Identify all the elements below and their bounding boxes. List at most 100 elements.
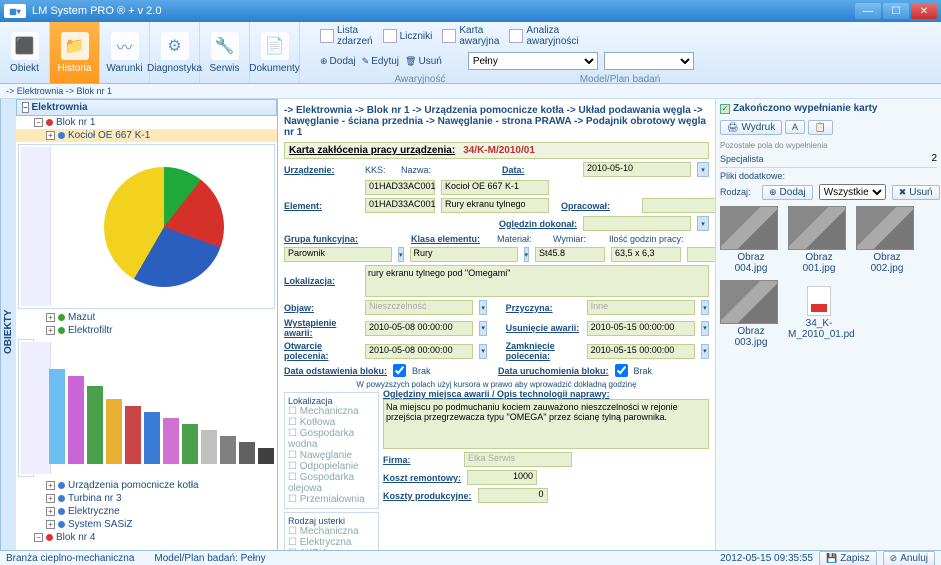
field-otw[interactable]: 2010-05-08 00:00:00 bbox=[365, 344, 473, 359]
field-wymiar[interactable]: 63,5 x 6,3 bbox=[611, 247, 681, 262]
tree-upk[interactable]: +Urządzenia pomocnicze kotła bbox=[16, 479, 277, 492]
list-icon bbox=[320, 29, 334, 43]
card-id: 34/K-M/2010/01 bbox=[463, 145, 535, 156]
close-button[interactable]: ✕ bbox=[911, 3, 937, 19]
chk-done[interactable]: ✓Zakończono wypełnianie karty bbox=[720, 103, 937, 114]
thumb-3[interactable]: Obraz 003.jpg bbox=[720, 280, 782, 348]
btn-liczniki[interactable]: Liczniki bbox=[383, 29, 433, 43]
gear-icon: ⚙ bbox=[161, 32, 189, 60]
tree-panel: − Elektrownia −Blok nr 1 +Kocioł OE 667 … bbox=[16, 99, 278, 565]
btn-save[interactable]: 💾 Zapisz bbox=[819, 551, 877, 565]
minimize-button[interactable]: — bbox=[855, 3, 881, 19]
status-time: 2012-05-15 09:35:55 bbox=[720, 553, 813, 564]
btn-karta-awaryjna[interactable]: Kartaawaryjna bbox=[442, 25, 499, 47]
title-bar: ▦▾ LM System PRO ® + v 2.0 — ☐ ✕ bbox=[0, 0, 941, 22]
thumb-0[interactable]: Obraz 004.jpg bbox=[720, 206, 782, 274]
spec-count: 2 bbox=[931, 153, 937, 164]
btn-b[interactable]: 📋 bbox=[808, 120, 833, 135]
lbl-files: Pliki dodatkowe: bbox=[720, 171, 937, 181]
bar-chart bbox=[18, 339, 34, 477]
counter-icon bbox=[383, 29, 397, 43]
sec-lokalizacja: Lokalizacja MechanicznaKotłowaGospodarka… bbox=[284, 392, 379, 509]
window-title: LM System PRO ® + v 2.0 bbox=[32, 5, 855, 17]
file-filter[interactable]: Wszystkie bbox=[819, 184, 886, 200]
tree-elektr[interactable]: +Elektryczne bbox=[16, 505, 277, 518]
lbl-rest: Pozostałe pola do wypełnienia bbox=[720, 141, 937, 150]
app-logo: ▦▾ bbox=[4, 4, 26, 18]
pulse-icon: 〰 bbox=[111, 32, 139, 60]
chart-icon bbox=[509, 29, 523, 43]
field-grupa[interactable]: Parownik bbox=[284, 247, 392, 262]
tree-sasiz[interactable]: +System SASiZ bbox=[16, 518, 277, 531]
btn-del-file[interactable]: ✖Usuń bbox=[892, 185, 940, 200]
btn-edytuj[interactable]: ✎ Edytuj bbox=[362, 56, 399, 67]
tree-root[interactable]: − Elektrownia bbox=[16, 99, 277, 116]
chk-brak2[interactable] bbox=[615, 364, 628, 377]
field-kks[interactable]: 01HAD33AC001 bbox=[365, 180, 435, 195]
tree-blok4[interactable]: −Blok nr 4 bbox=[16, 531, 277, 544]
field-firma[interactable]: Elka Serwis bbox=[464, 452, 572, 467]
mode-select[interactable]: Pełny bbox=[468, 52, 598, 70]
status-branch: Branża cieplno-mechaniczna bbox=[6, 553, 134, 564]
thumb-2[interactable]: Obraz 002.jpg bbox=[856, 206, 918, 274]
tab-obiekt[interactable]: ⬛Obiekt bbox=[0, 22, 50, 83]
btn-cancel[interactable]: ⊘ Anuluj bbox=[883, 551, 935, 565]
field-wyst[interactable]: 2010-05-08 00:00:00 bbox=[365, 321, 473, 336]
btn-usun[interactable]: 🗑 Usuń bbox=[405, 56, 442, 67]
tab-dokumenty[interactable]: 📄Dokumenty bbox=[250, 22, 300, 83]
field-usun[interactable]: 2010-05-15 00:00:00 bbox=[587, 321, 695, 336]
tab-warunki[interactable]: 〰Warunki bbox=[100, 22, 150, 83]
btn-a[interactable]: A bbox=[785, 120, 805, 134]
field-data[interactable]: 2010-05-10 bbox=[583, 162, 691, 177]
wrench-icon: 🔧 bbox=[211, 32, 239, 60]
tab-historia[interactable]: 📁Historia bbox=[50, 22, 100, 83]
field-koszt-r[interactable]: 1000 bbox=[467, 470, 537, 485]
ribbon: ⬛Obiekt 📁Historia 〰Warunki ⚙Diagnostyka … bbox=[0, 22, 941, 84]
note-text: W powyzszych polach użyj kursora w prawo… bbox=[284, 380, 709, 389]
btn-lista-zdarzen[interactable]: Listazdarzeń bbox=[320, 25, 373, 47]
field-godzin[interactable] bbox=[687, 247, 715, 262]
status-plan: Model/Plan badań: Pełny bbox=[154, 553, 265, 564]
card-header: Karta zakłócenia pracy urządzenia: 34/K-… bbox=[284, 142, 709, 159]
field-elem-code[interactable]: 01HAD33AC001 bbox=[365, 198, 435, 213]
tab-serwis[interactable]: 🔧Serwis bbox=[200, 22, 250, 83]
tab-diagnostyka[interactable]: ⚙Diagnostyka bbox=[150, 22, 200, 83]
tree-blok1[interactable]: −Blok nr 1 bbox=[16, 116, 277, 129]
date-dd-icon[interactable]: ▾ bbox=[697, 162, 709, 177]
object-icon: ⬛ bbox=[11, 32, 39, 60]
tree-mazut[interactable]: +Mazut bbox=[16, 311, 277, 324]
side-tab-obiekty[interactable]: OBIEKTY bbox=[0, 99, 16, 565]
field-element[interactable]: Rury ekranu tylnego bbox=[441, 198, 549, 213]
chk-brak1[interactable] bbox=[393, 364, 406, 377]
field-objaw[interactable]: Nieszczelność bbox=[365, 300, 473, 315]
field-lokalizacja[interactable]: rury ekranu tylnego pod "Omegami" bbox=[365, 265, 709, 297]
maximize-button[interactable]: ☐ bbox=[883, 3, 909, 19]
tree-elektrofiltr[interactable]: +Elektrofiltr bbox=[16, 324, 277, 337]
plan-select[interactable] bbox=[604, 52, 694, 70]
group-awaryjnosc: Awaryjność bbox=[320, 74, 520, 85]
btn-print[interactable]: 🖨 Wydruk bbox=[720, 120, 782, 135]
attachments-panel: ✓Zakończono wypełnianie karty 🖨 Wydruk A… bbox=[715, 99, 941, 565]
folder-icon: 📁 bbox=[61, 32, 89, 60]
btn-analiza[interactable]: Analizaawaryjności bbox=[509, 25, 578, 47]
tree-kociol[interactable]: +Kocioł OE 667 K-1 bbox=[16, 129, 277, 142]
thumb-1[interactable]: Obraz 001.jpg bbox=[788, 206, 850, 274]
thumb-pdf[interactable]: 34_K-M_2010_01.pd bbox=[788, 280, 850, 348]
field-przyczyna[interactable]: Inne bbox=[587, 300, 695, 315]
field-ogledzin[interactable] bbox=[583, 216, 691, 231]
field-nazwa[interactable]: Kocioł OE 667 K-1 bbox=[441, 180, 549, 195]
btn-dodaj[interactable]: ⊕ Dodaj bbox=[320, 56, 356, 67]
field-opis[interactable]: Na miejscu po podmuchaniu kociem zauważo… bbox=[383, 399, 709, 449]
card-icon bbox=[442, 29, 456, 43]
object-path: -> Elektrownia -> Blok nr 1 -> Urządzeni… bbox=[284, 103, 709, 142]
pie-chart bbox=[18, 144, 275, 309]
field-zamk[interactable]: 2010-05-15 00:00:00 bbox=[587, 344, 695, 359]
btn-add-file[interactable]: ⊕Dodaj bbox=[762, 185, 813, 200]
field-material[interactable]: St45.8 bbox=[535, 247, 605, 262]
document-icon: 📄 bbox=[261, 32, 289, 60]
field-opracowal[interactable] bbox=[642, 198, 715, 213]
field-koszt-p[interactable]: 0 bbox=[478, 488, 548, 503]
tree-turbina[interactable]: +Turbina nr 3 bbox=[16, 492, 277, 505]
status-bar: Branża cieplno-mechaniczna Model/Plan ba… bbox=[0, 550, 941, 565]
field-klasa[interactable]: Rury bbox=[410, 247, 518, 262]
